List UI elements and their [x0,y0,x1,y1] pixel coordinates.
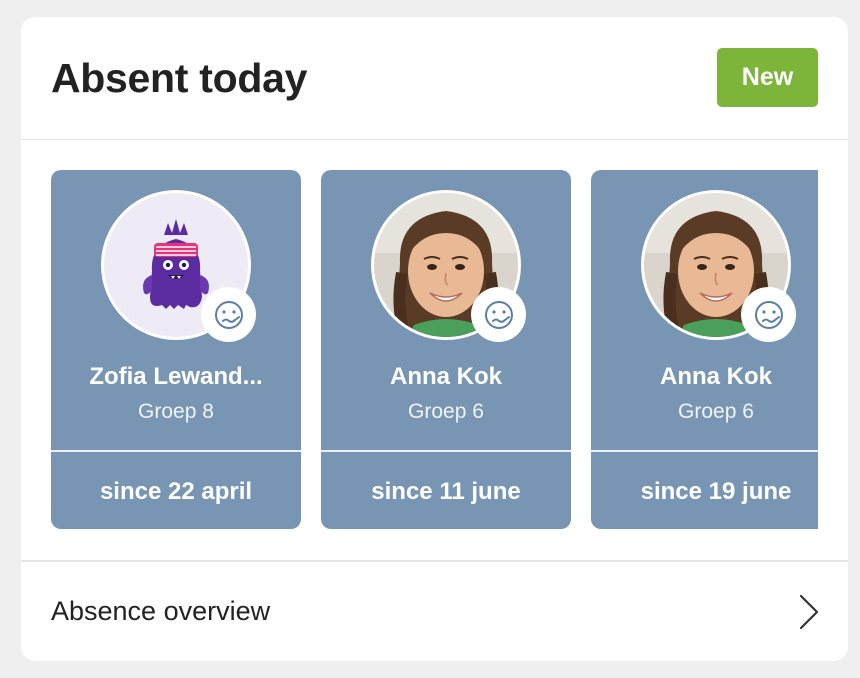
absence-overview-label: Absence overview [51,596,271,626]
sick-face-icon [201,287,256,342]
student-card[interactable]: Anna Kok Groep 6 since 11 june [321,170,571,529]
student-group: Groep 6 [678,400,754,423]
student-card[interactable]: Zofia Lewand... Groep 8 since 22 april [51,170,301,529]
student-card[interactable]: Anna Kok Groep 6 since 19 june [591,170,818,529]
student-name: Zofia Lewand... [89,363,263,390]
sick-face-icon [471,287,526,342]
student-name: Anna Kok [389,363,502,390]
chevron-right-icon [797,592,821,637]
absence-since: since 19 june [640,478,792,505]
absent-today-card: Absent today New Zofia Lewand... Groep 8… [21,17,848,661]
absence-since: since 22 april [99,478,253,505]
card-title: Absent today [51,55,308,101]
absence-since: since 11 june [371,478,521,505]
student-group: Groep 6 [408,400,484,423]
new-button[interactable]: New [717,48,818,107]
card-divider [591,450,818,452]
student-name: Anna Kok [659,363,772,390]
absent-students-carousel[interactable]: Zofia Lewand... Groep 8 since 22 april A… [51,170,818,530]
card-divider [321,450,571,452]
absence-overview-link[interactable]: Absence overview [21,562,848,661]
card-header: Absent today New [21,17,848,140]
sick-face-icon [741,287,796,342]
card-divider [51,450,301,452]
student-group: Groep 8 [138,400,214,423]
